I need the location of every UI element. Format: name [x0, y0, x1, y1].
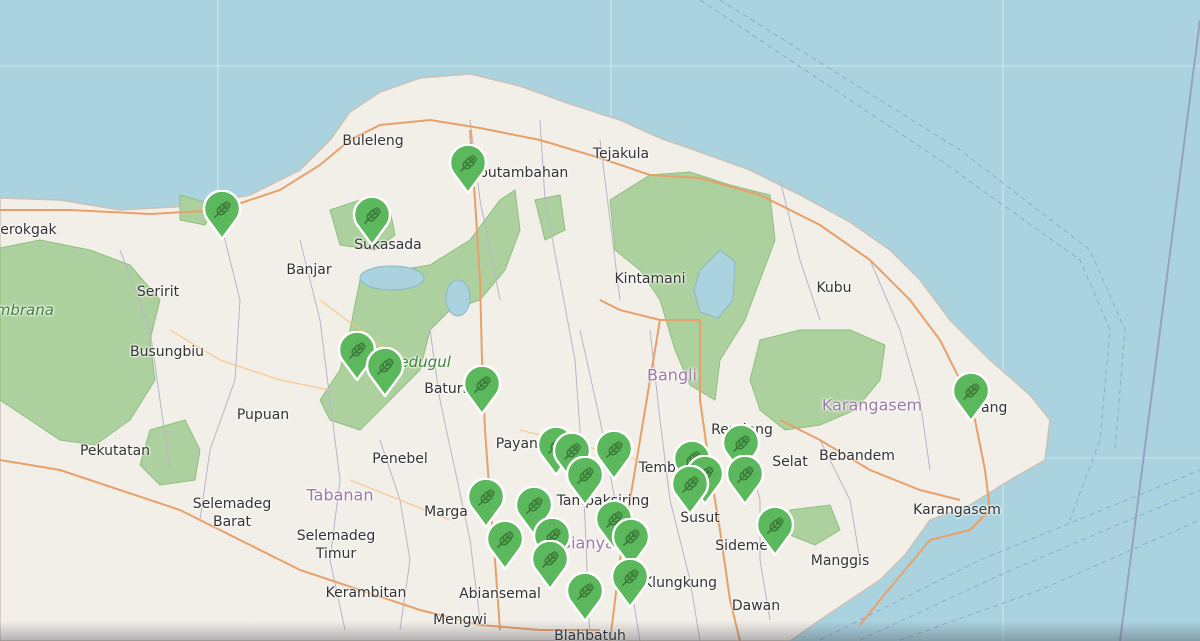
leaf-icon — [565, 572, 605, 622]
leaf-icon — [565, 456, 605, 506]
place-serokgak: Serokgak — [0, 222, 57, 238]
place-kintamani: Kintamani — [614, 271, 686, 287]
leaf-icon — [462, 365, 502, 415]
leaf-icon — [530, 540, 570, 590]
leaf-icon — [725, 455, 765, 505]
place-mengwi: Mengwi — [433, 612, 487, 628]
map-marker[interactable] — [352, 196, 392, 246]
map-marker[interactable] — [610, 558, 650, 608]
lake-buyan — [359, 265, 425, 291]
place-klungkung: Klungkung — [642, 575, 718, 591]
place-seririt: Seririt — [136, 284, 180, 300]
map-marker[interactable] — [462, 365, 502, 415]
leaf-icon — [755, 506, 795, 556]
place-buleleng: Buleleng — [342, 133, 404, 149]
place-selemadeg-barat: Selemadeg Barat — [192, 496, 272, 530]
map-marker[interactable] — [565, 572, 605, 622]
place-abiansemal: Abiansemal — [459, 586, 541, 602]
leaf-icon — [448, 144, 488, 194]
place-kerambitan: Kerambitan — [325, 585, 407, 601]
place-tejakula: Tejakula — [592, 146, 650, 162]
place-dawan: Dawan — [731, 598, 781, 614]
place-blahbatuh: Blahbatuh — [554, 628, 626, 641]
leaf-icon — [951, 372, 991, 422]
map-marker[interactable] — [670, 465, 710, 515]
place-busungbiu: Busungbiu — [129, 344, 205, 360]
place-selemadeg-timur: Selemadeg Timur — [296, 528, 376, 562]
lake-tamblingan — [445, 279, 471, 317]
place-manggis: Manggis — [810, 553, 870, 569]
place-bebandem: Bebandem — [819, 448, 895, 464]
leaf-icon — [610, 558, 650, 608]
leaf-icon — [365, 347, 405, 397]
leaf-icon — [485, 520, 525, 570]
map-marker[interactable] — [530, 540, 570, 590]
region-tabanan: Tabanan — [306, 485, 374, 505]
map-view[interactable]: Buleleng Sukasada Kubutambahan Tejakula … — [0, 0, 1200, 641]
park-jembrana: Jembrana — [0, 301, 54, 319]
leaf-icon — [202, 190, 242, 240]
place-pupuan: Pupuan — [236, 407, 290, 423]
place-karangasem: Karangasem — [913, 502, 1001, 518]
leaf-icon — [670, 465, 710, 515]
map-marker[interactable] — [725, 455, 765, 505]
map-marker[interactable] — [202, 190, 242, 240]
map-marker[interactable] — [755, 506, 795, 556]
place-selat: Selat — [772, 454, 808, 470]
region-karangasem: Karangasem — [821, 395, 923, 415]
place-marga: Marga — [424, 504, 468, 520]
map-marker[interactable] — [951, 372, 991, 422]
place-pekutatan: Pekutatan — [79, 443, 151, 459]
leaf-icon — [352, 196, 392, 246]
map-marker[interactable] — [565, 456, 605, 506]
place-banjar: Banjar — [286, 262, 332, 278]
map-marker[interactable] — [448, 144, 488, 194]
place-kubu: Kubu — [816, 280, 852, 296]
region-bangli: Bangli — [647, 365, 697, 385]
map-marker[interactable] — [485, 520, 525, 570]
map-marker[interactable] — [365, 347, 405, 397]
place-penebel: Penebel — [372, 451, 428, 467]
